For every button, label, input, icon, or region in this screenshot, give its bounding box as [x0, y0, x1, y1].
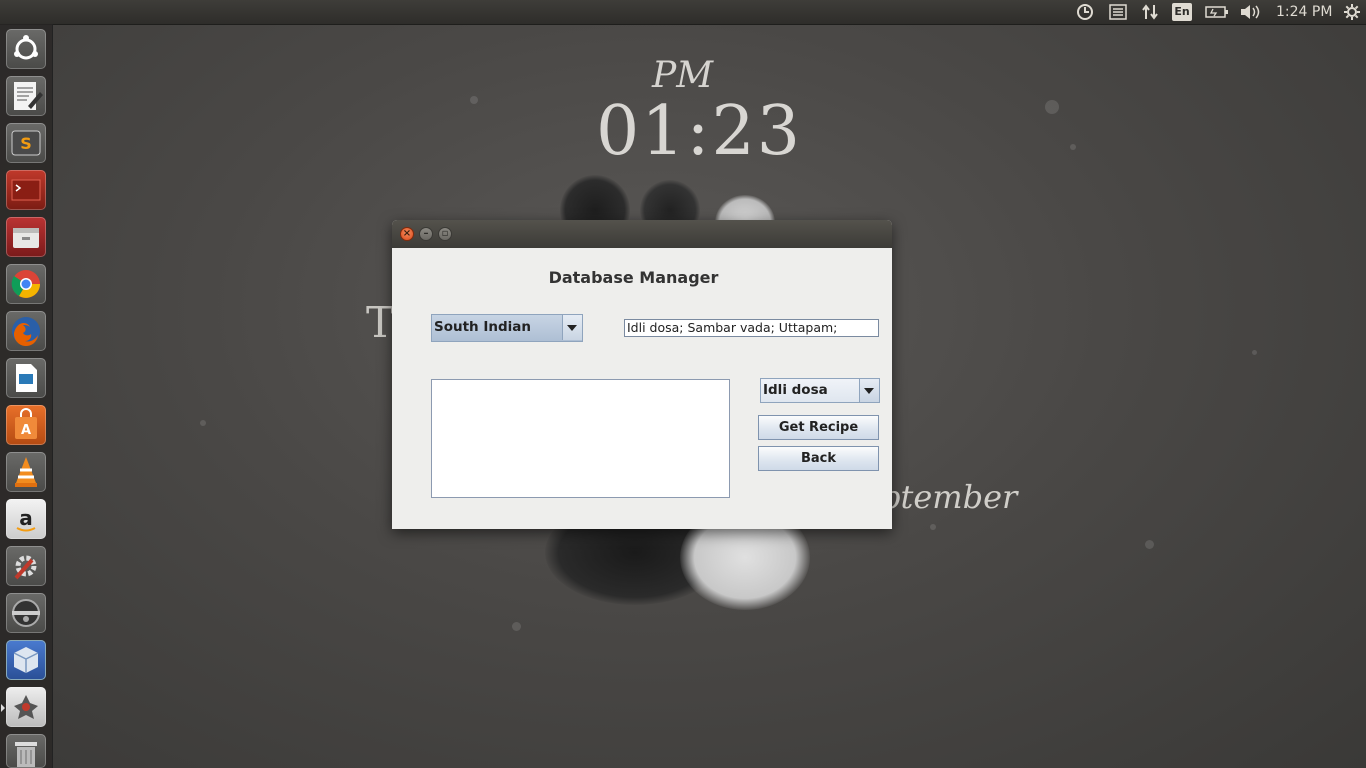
trash-icon[interactable] [6, 734, 46, 768]
wallpaper-dot [470, 96, 478, 104]
wallpaper-dot [1145, 540, 1154, 549]
cuisine-select-value: South Indian [434, 319, 532, 335]
list-icon[interactable] [1107, 0, 1129, 24]
terminal-icon[interactable] [6, 170, 46, 210]
amazon-icon[interactable]: a [6, 499, 46, 539]
cuisine-select[interactable]: South Indian [431, 314, 583, 342]
top-panel: En 1:24 PM [0, 0, 1366, 25]
dish-select-value: Idli dosa [763, 382, 828, 398]
text-editor-icon[interactable] [6, 76, 46, 116]
minimize-button[interactable]: – [419, 227, 433, 241]
running-app-indicator [1, 704, 5, 712]
chrome-icon[interactable] [6, 264, 46, 304]
get-recipe-button[interactable]: Get Recipe [758, 415, 879, 440]
java-icon[interactable] [6, 687, 46, 727]
system-icon[interactable] [1074, 0, 1096, 24]
dish-select[interactable]: Idli dosa [760, 378, 880, 403]
close-button[interactable]: × [400, 227, 414, 241]
virtualbox-icon[interactable] [6, 640, 46, 680]
svg-text:a: a [19, 506, 33, 530]
network-icon[interactable] [1139, 0, 1161, 24]
database-manager-window: × – ▫ Database Manager South Indian Idli… [392, 220, 892, 529]
page-title: Database Manager [548, 268, 719, 287]
wallpaper-dot [1070, 144, 1076, 150]
wallpaper-month-text: ptember [880, 478, 1018, 516]
files-icon[interactable] [6, 217, 46, 257]
window-titlebar[interactable]: × – ▫ [392, 220, 892, 248]
chevron-down-icon[interactable] [562, 315, 582, 340]
libreoffice-impress-icon[interactable] [6, 358, 46, 398]
ubuntu-dash-icon[interactable] [6, 29, 46, 69]
maximize-icon: ▫ [441, 228, 449, 239]
minimize-icon: – [423, 228, 429, 239]
wallpaper-date-fragment: T [366, 298, 395, 347]
system-settings-icon[interactable] [6, 546, 46, 586]
language-indicator[interactable]: En [1172, 3, 1192, 21]
launcher: S A a [0, 24, 53, 768]
wallpaper-dot [930, 524, 936, 530]
svg-text:A: A [21, 423, 31, 438]
close-icon: × [402, 228, 412, 239]
settings-gear-icon[interactable] [1341, 0, 1363, 24]
vlc-icon[interactable] [6, 452, 46, 492]
wallpaper-pm-text: PM [652, 55, 714, 96]
wallpaper-dot [1252, 350, 1257, 355]
volume-icon[interactable] [1238, 0, 1262, 24]
maximize-button[interactable]: ▫ [438, 227, 452, 241]
wallpaper-dot [200, 420, 206, 426]
wallpaper-dot [1045, 100, 1059, 114]
back-button[interactable]: Back [758, 446, 879, 471]
clock[interactable]: 1:24 PM [1276, 0, 1332, 24]
wallpaper-dot [512, 622, 521, 631]
svg-text:S: S [20, 134, 32, 153]
recipe-text-area[interactable] [431, 379, 730, 498]
firefox-icon[interactable] [6, 311, 46, 351]
wallpaper-clock-text: 01:23 [596, 92, 802, 171]
disk-utility-icon[interactable] [6, 593, 46, 633]
battery-icon[interactable] [1204, 0, 1230, 24]
software-center-icon[interactable]: A [6, 405, 46, 445]
sublime-text-icon[interactable]: S [6, 123, 46, 163]
chevron-down-icon[interactable] [859, 379, 879, 402]
dishes-list-field[interactable]: Idli dosa; Sambar vada; Uttapam; [624, 319, 879, 337]
